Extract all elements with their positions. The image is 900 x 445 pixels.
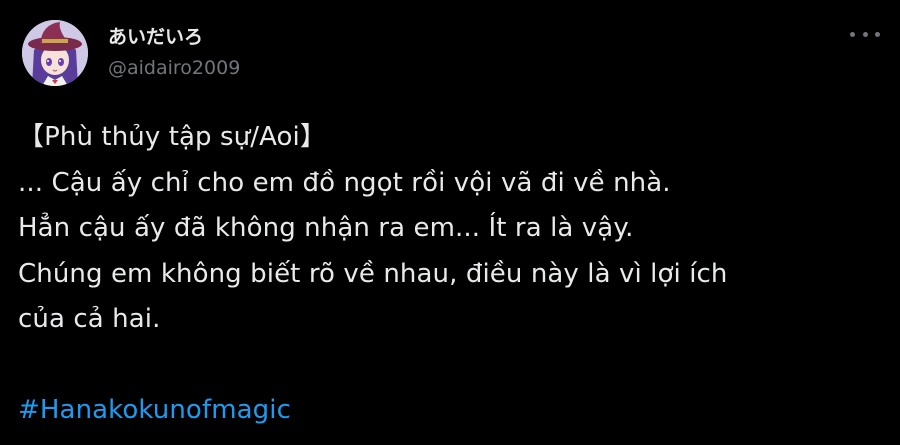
more-icon [850, 31, 855, 37]
tweet-text-line: Chúng em không biết rõ về nhau, điều này… [18, 258, 728, 289]
more-icon [875, 31, 880, 37]
tweet-text-line: 【Phù thủy tập sự/Aoi】 [18, 122, 326, 152]
tweet-text: 【Phù thủy tập sự/Aoi】 ... Cậu ấy chỉ cho… [18, 115, 888, 434]
tweet-card: あいだいろ @aidairo2009 【Phù thủy tập sự/Aoi】… [0, 0, 900, 445]
tweet-text-line: ... Cậu ấy chỉ cho em đồ ngọt rồi vội vã… [18, 167, 671, 198]
more-icon [862, 31, 868, 37]
display-name[interactable]: あいだいろ [108, 24, 240, 50]
more-button[interactable] [850, 22, 880, 46]
tweet-text-line: của cả hai. [18, 304, 161, 334]
tweet-header: あいだいろ @aidairo2009 [22, 18, 240, 88]
user-avatar-icon[interactable] [22, 20, 88, 86]
user-handle[interactable]: @aidairo2009 [108, 54, 240, 82]
user-names: あいだいろ @aidairo2009 [108, 24, 240, 82]
hashtag-link[interactable]: #Hanakokunofmagic [18, 395, 291, 425]
tweet-text-line: Hẳn cậu ấy đã không nhận ra em... Ít ra … [18, 213, 634, 243]
